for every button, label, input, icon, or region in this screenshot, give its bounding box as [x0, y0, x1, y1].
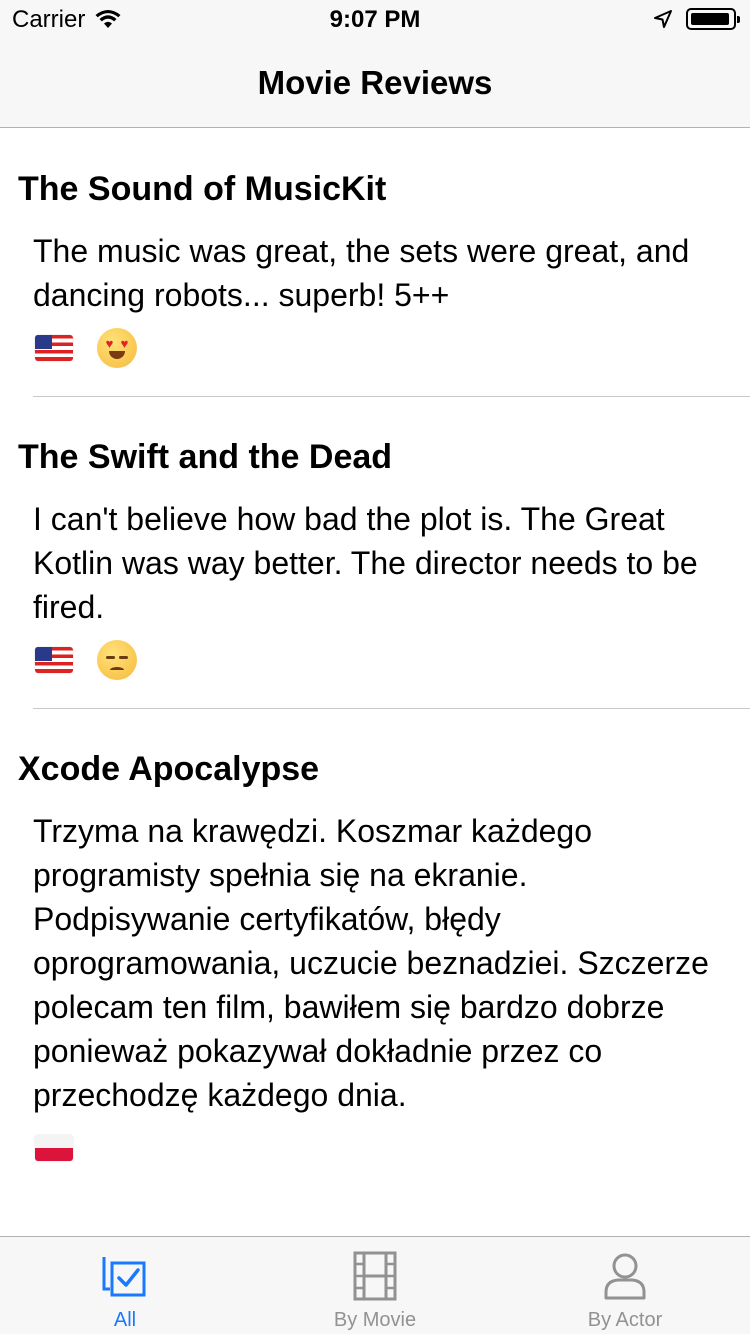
location-arrow-icon: [654, 10, 672, 28]
review-meta: [0, 637, 750, 683]
review-meta: [0, 1125, 750, 1171]
movie-title: The Swift and the Dead: [18, 438, 393, 476]
tab-label: By Movie: [333, 1309, 417, 1331]
person-icon: [604, 1253, 646, 1300]
us-flag-icon: [35, 647, 73, 673]
checklist-icon: [102, 1257, 146, 1297]
pl-flag-icon: [35, 1135, 73, 1161]
review-list[interactable]: The Sound of MusicKit The music was grea…: [0, 129, 750, 1171]
review-meta: ♥ ♥: [0, 325, 750, 371]
tab-all[interactable]: All: [0, 1237, 250, 1334]
us-flag-icon: [35, 335, 73, 361]
review-cell[interactable]: The Swift and the Dead I can't believe h…: [0, 397, 750, 708]
movie-title: The Sound of MusicKit: [18, 170, 387, 208]
review-text: I can't believe how bad the plot is. The…: [33, 501, 698, 625]
tab-bar: All By Movie By Actor: [0, 1236, 750, 1334]
review-text: The music was great, the sets were great…: [33, 233, 690, 313]
review-text: Trzyma na krawędzi. Koszmar każdego prog…: [33, 813, 709, 1113]
clock: 9:07 PM: [329, 6, 421, 33]
disappointed-emoji-icon: [97, 640, 137, 680]
battery-icon: [686, 8, 740, 30]
heart-eyes-emoji-icon: ♥ ♥: [97, 328, 137, 368]
navigation-bar: Movie Reviews: [0, 40, 750, 128]
page-title: Movie Reviews: [257, 64, 493, 101]
tab-by-actor[interactable]: By Actor: [500, 1237, 750, 1334]
status-indicators: [654, 8, 740, 30]
review-cell[interactable]: The Sound of MusicKit The music was grea…: [0, 129, 750, 396]
review-cell[interactable]: Xcode Apocalypse Trzyma na krawędzi. Kos…: [0, 709, 750, 1171]
status-bar: Carrier 9:07 PM: [0, 0, 750, 40]
tab-by-movie[interactable]: By Movie: [250, 1237, 500, 1334]
movie-title: Xcode Apocalypse: [18, 750, 320, 788]
film-icon: [353, 1251, 397, 1301]
tab-label: All: [113, 1309, 137, 1331]
tab-label: By Actor: [587, 1309, 663, 1331]
